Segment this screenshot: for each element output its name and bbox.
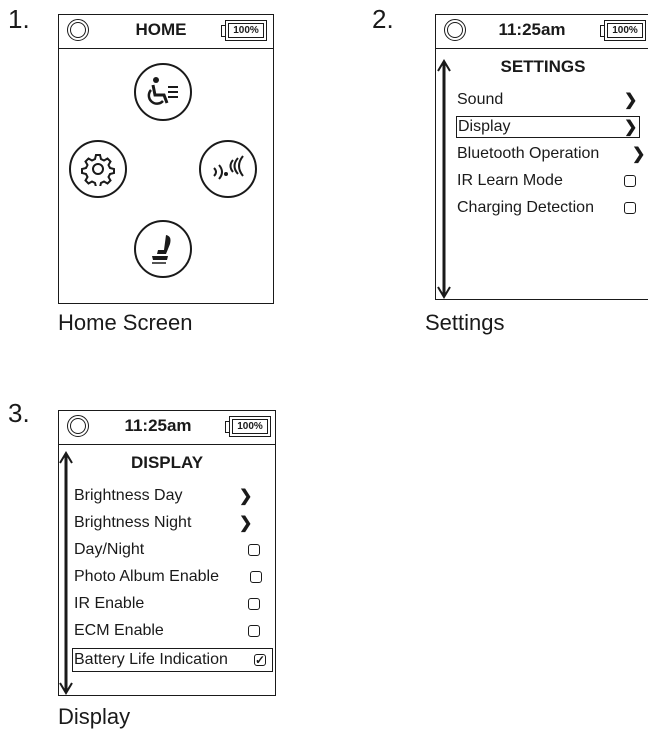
checkbox[interactable] — [248, 625, 260, 637]
panel-caption: Settings — [425, 310, 505, 335]
chevron-right-icon: ❯ — [624, 92, 638, 109]
menu-item-display[interactable]: Display — [456, 116, 640, 138]
menu-item-ecm-enable[interactable]: ECM Enable — [74, 622, 164, 640]
seat-icon — [152, 235, 171, 264]
power-button-icon[interactable] — [67, 19, 89, 41]
checkbox[interactable] — [248, 544, 260, 556]
panel-caption: Display — [58, 704, 131, 729]
settings-gear-icon — [81, 154, 115, 186]
home-screen: HOME 100% — [58, 14, 274, 304]
panel-caption: Home Screen — [58, 310, 193, 335]
screen-title: DISPLAY — [130, 453, 204, 472]
menu-item-day-night[interactable]: Day/Night — [74, 541, 144, 559]
seat-button[interactable] — [134, 220, 192, 278]
chevron-right-icon: ❯ — [239, 488, 253, 505]
checkbox[interactable] — [624, 175, 636, 187]
check-icon: ✓ — [254, 653, 266, 667]
menu-item-charging-detection[interactable]: Charging Detection — [457, 199, 594, 217]
menu-item-label: Battery Life Indication — [74, 651, 228, 668]
menu-item-brightness-night[interactable]: Brightness Night — [74, 514, 191, 532]
wheelchair-drive-button[interactable] — [134, 63, 192, 121]
wheelchair-drive-icon — [147, 77, 178, 105]
checkbox[interactable] — [248, 598, 260, 610]
status-time: 11:25am — [124, 416, 192, 435]
settings-button[interactable] — [69, 140, 127, 198]
menu-item-ir-learn-mode[interactable]: IR Learn Mode — [457, 172, 563, 190]
display-screen: 11:25am 100% DISPLAY Brightness Day ❯ Br… — [58, 410, 276, 696]
panel-number: 3. — [8, 398, 30, 428]
menu-item-brightness-day[interactable]: Brightness Day — [74, 487, 183, 505]
power-button-icon[interactable] — [444, 19, 466, 41]
battery-level: 100% — [237, 421, 263, 432]
battery-icon: 100% — [600, 20, 646, 41]
menu-item-ir-enable[interactable]: IR Enable — [74, 595, 144, 613]
screen-title: SETTINGS — [500, 57, 586, 76]
panel-number: 2. — [372, 4, 394, 34]
status-bar: 11:25am 100% — [436, 15, 648, 49]
scroll-arrow-icon[interactable] — [436, 59, 452, 299]
settings-screen: 11:25am 100% SETTINGS Sound ❯ Display ❯ … — [435, 14, 648, 300]
checkbox[interactable] — [624, 202, 636, 214]
battery-level: 100% — [233, 25, 259, 36]
status-title: HOME — [135, 20, 187, 39]
status-bar: 11:25am 100% — [59, 411, 275, 445]
status-time: 11:25am — [498, 20, 566, 39]
status-bar: HOME 100% — [59, 15, 273, 49]
power-button-icon[interactable] — [67, 415, 89, 437]
battery-level: 100% — [612, 25, 638, 36]
menu-item-photo-album-enable[interactable]: Photo Album Enable — [74, 568, 219, 586]
menu-item-bluetooth-operation[interactable]: Bluetooth Operation — [457, 145, 599, 163]
battery-icon: 100% — [225, 416, 271, 437]
chevron-right-icon: ❯ — [239, 515, 253, 532]
menu-item-label: Display — [458, 118, 511, 135]
checkbox-checked[interactable]: ✓ — [254, 654, 266, 666]
panel-number: 1. — [8, 4, 30, 34]
wireless-button[interactable] — [199, 140, 257, 198]
chevron-right-icon: ❯ — [632, 146, 646, 163]
menu-item-battery-life-indication[interactable]: Battery Life Indication — [72, 648, 273, 672]
chevron-right-icon: ❯ — [624, 119, 638, 136]
checkbox[interactable] — [250, 571, 262, 583]
wireless-signal-icon — [213, 155, 244, 180]
menu-item-sound[interactable]: Sound — [457, 91, 503, 109]
battery-icon: 100% — [221, 20, 267, 41]
